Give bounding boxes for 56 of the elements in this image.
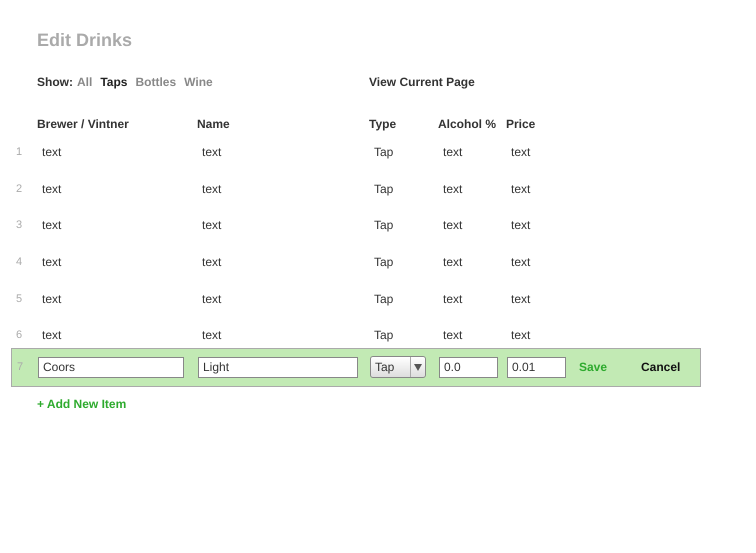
table-cell-text: Tap — [373, 182, 394, 196]
name-field[interactable]: Light — [198, 356, 358, 378]
table-cell-text: text — [201, 328, 222, 342]
table-cell-text: text — [442, 182, 464, 196]
row-number: 5 — [15, 292, 24, 305]
table-cell-text: text — [442, 145, 464, 160]
table-cell-text: text — [510, 255, 532, 270]
filter-option[interactable]: Wine — [184, 75, 213, 89]
row-number: 3 — [15, 219, 24, 232]
column-header: Alcohol % — [438, 117, 498, 131]
row-number: 2 — [15, 182, 24, 195]
table-cell-text: text — [41, 292, 62, 306]
type-dropdown[interactable]: Tap — [370, 356, 426, 378]
filter-option[interactable]: All — [77, 75, 92, 89]
price-field[interactable]: 0.01 — [507, 356, 566, 378]
table-cell-text: Tap — [373, 218, 394, 232]
column-header: Name — [197, 117, 231, 131]
table-cell-text: text — [442, 292, 464, 306]
table-cell-text: text — [201, 218, 222, 232]
table-cell-text: text — [41, 328, 62, 342]
table-cell-text: text — [442, 218, 464, 232]
page-title: Edit Drinks — [36, 29, 134, 52]
caret-icon — [410, 357, 425, 378]
brewer-field[interactable]: Coors — [38, 356, 184, 378]
table-cell-text: text — [442, 255, 464, 270]
table-cell-text: text — [510, 145, 532, 160]
table-cell-text: text — [510, 328, 532, 342]
column-header: Type — [369, 117, 398, 131]
cancel-button[interactable]: Cancel — [641, 358, 680, 376]
view-current-page-link[interactable]: View Current Page — [369, 75, 475, 89]
row-number: 7 — [16, 361, 24, 374]
table-cell-text: text — [442, 328, 464, 342]
table-cell-text: Tap — [373, 255, 394, 270]
filter-option[interactable]: Bottles — [135, 75, 176, 89]
row-number: 6 — [15, 329, 24, 342]
table-cell-text: text — [41, 255, 62, 270]
table-cell-text: text — [201, 182, 222, 196]
table-cell-text: Tap — [373, 292, 394, 306]
table-cell-text: text — [41, 218, 62, 232]
table-cell-text: text — [510, 292, 532, 306]
row-number: 4 — [15, 256, 24, 268]
table-cell-text: Tap — [373, 328, 394, 342]
table-cell-text: text — [41, 182, 62, 196]
table-cell-text: text — [201, 145, 222, 160]
table-cell-text: text — [510, 182, 532, 196]
column-header: Price — [506, 117, 536, 131]
filter-option[interactable]: Taps — [100, 75, 128, 89]
table-cell-text: text — [41, 145, 62, 160]
table-cell-text: text — [510, 218, 532, 232]
filter-label: Show: — [37, 75, 73, 89]
table-cell-text: Tap — [373, 145, 394, 160]
table-cell-text: text — [201, 255, 222, 270]
column-header: Brewer / Vintner — [37, 117, 130, 131]
alcohol-field[interactable]: 0.0 — [439, 356, 498, 378]
table-cell-text: text — [201, 292, 222, 306]
row-number: 1 — [15, 146, 24, 158]
